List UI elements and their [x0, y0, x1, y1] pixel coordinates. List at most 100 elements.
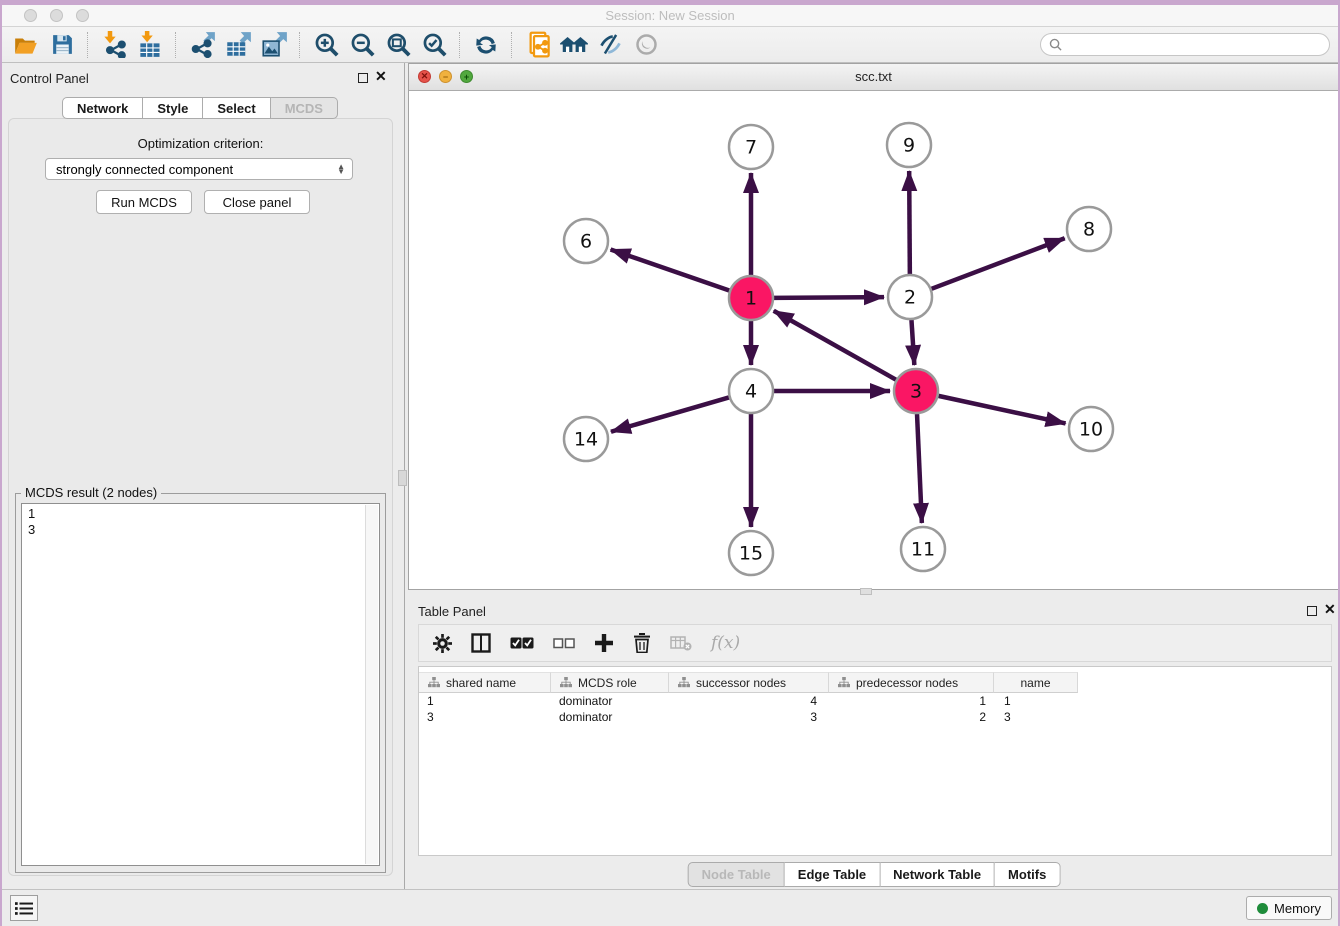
close-table-panel-icon[interactable]: ✕	[1324, 601, 1336, 618]
tab-network-table[interactable]: Network Table	[880, 862, 995, 887]
show-columns-icon[interactable]	[471, 633, 491, 653]
mcds-panel: Optimization criterion: strongly connect…	[8, 118, 393, 876]
table-cell: dominator	[551, 709, 669, 725]
graph-node-8[interactable]: 8	[1067, 207, 1111, 251]
edge-1-6[interactable]	[611, 249, 730, 290]
graph-node-14[interactable]: 14	[564, 417, 608, 461]
criterion-dropdown[interactable]: strongly connected component ▲▼	[45, 158, 353, 180]
toolbar-separator	[87, 32, 89, 58]
network-window-titlebar[interactable]: ✕ − + scc.txt	[409, 64, 1338, 91]
graph-node-1[interactable]: 1	[729, 276, 773, 320]
refresh-icon[interactable]	[468, 29, 504, 61]
graph-node-6[interactable]: 6	[564, 219, 608, 263]
float-panel-icon[interactable]	[358, 73, 368, 83]
edge-4-14[interactable]	[611, 397, 729, 431]
table-cell: 2	[829, 709, 994, 725]
graph-node-15[interactable]: 15	[729, 531, 773, 575]
home-icon[interactable]	[556, 29, 592, 61]
delete-column-icon[interactable]	[633, 633, 651, 653]
column-header-predecessor-nodes[interactable]: predecessor nodes	[829, 672, 994, 693]
table-cell: 3	[669, 709, 829, 725]
clone-network-icon[interactable]	[520, 29, 556, 61]
svg-text:9: 9	[903, 135, 915, 157]
import-table-icon[interactable]	[132, 29, 168, 61]
criterion-value: strongly connected component	[56, 162, 233, 177]
export-image-icon[interactable]	[256, 29, 292, 61]
zoom-selected-icon[interactable]	[416, 29, 452, 61]
edge-3-1[interactable]	[774, 311, 896, 380]
graph-node-7[interactable]: 7	[729, 125, 773, 169]
column-header-name[interactable]: name	[994, 672, 1078, 693]
network-window-title: scc.txt	[409, 69, 1338, 84]
tab-mcds[interactable]: MCDS	[271, 97, 338, 119]
settings-gear-icon[interactable]	[433, 634, 452, 653]
zoom-out-icon[interactable]	[344, 29, 380, 61]
session-title: Session: New Session	[0, 8, 1340, 23]
zoom-fit-icon[interactable]	[380, 29, 416, 61]
table-row[interactable]: 1dominator411	[419, 693, 1331, 709]
network-canvas[interactable]: 7 9 6 8 1 2 4 3 14 10 15 11	[409, 91, 1338, 589]
table-cell: 1	[419, 693, 551, 709]
dropdown-stepper-icon: ▲▼	[337, 164, 345, 174]
close-panel-button[interactable]: Close panel	[204, 190, 310, 214]
save-icon[interactable]	[44, 29, 80, 61]
close-panel-icon[interactable]: ✕	[375, 68, 387, 85]
select-all-icon[interactable]	[510, 636, 534, 650]
edge-2-8[interactable]	[932, 238, 1065, 289]
unselect-all-icon[interactable]	[553, 637, 575, 650]
table-tabs: Node TableEdge TableNetwork TableMotifs	[688, 862, 1061, 887]
search-input[interactable]	[1067, 37, 1329, 53]
import-network-icon[interactable]	[96, 29, 132, 61]
add-column-icon[interactable]	[594, 633, 614, 653]
svg-text:4: 4	[745, 381, 757, 403]
horizontal-splitter-handle[interactable]	[860, 588, 872, 595]
graph-node-4[interactable]: 4	[729, 369, 773, 413]
edge-2-3[interactable]	[911, 320, 914, 365]
edge-1-2[interactable]	[774, 297, 884, 298]
memory-button[interactable]: Memory	[1246, 896, 1332, 920]
graph-node-11[interactable]: 11	[901, 527, 945, 571]
mcds-result-area[interactable]: 1 3	[21, 503, 380, 866]
tab-select[interactable]: Select	[203, 97, 270, 119]
column-header-MCDS-role[interactable]: MCDS role	[551, 672, 669, 693]
graph-node-9[interactable]: 9	[887, 123, 931, 167]
edge-3-11[interactable]	[917, 414, 922, 523]
result-scrollbar[interactable]	[365, 505, 378, 864]
run-mcds-button[interactable]: Run MCDS	[96, 190, 192, 214]
tab-style[interactable]: Style	[143, 97, 203, 119]
tab-network[interactable]: Network	[62, 97, 143, 119]
task-history-button[interactable]	[10, 895, 38, 921]
hierarchy-icon	[838, 677, 850, 688]
function-builder-icon: f(x)	[711, 633, 740, 653]
graph-node-10[interactable]: 10	[1069, 407, 1113, 451]
svg-text:14: 14	[574, 429, 598, 451]
svg-text:15: 15	[739, 543, 763, 565]
table-row[interactable]: 3dominator323	[419, 709, 1331, 725]
float-table-panel-icon[interactable]	[1307, 606, 1317, 616]
search-box[interactable]	[1040, 33, 1330, 56]
memory-label: Memory	[1274, 901, 1321, 916]
tab-motifs[interactable]: Motifs	[995, 862, 1060, 887]
vertical-splitter-handle[interactable]	[398, 470, 407, 486]
column-header-successor-nodes[interactable]: successor nodes	[669, 672, 829, 693]
open-folder-icon[interactable]	[8, 29, 44, 61]
column-header-shared-name[interactable]: shared name	[419, 672, 551, 693]
export-network-icon[interactable]	[184, 29, 220, 61]
zoom-in-icon[interactable]	[308, 29, 344, 61]
edge-3-10[interactable]	[938, 396, 1065, 424]
graph-node-2[interactable]: 2	[888, 275, 932, 319]
tab-edge-table[interactable]: Edge Table	[785, 862, 880, 887]
control-panel: Control Panel ✕ NetworkStyleSelectMCDS O…	[0, 63, 400, 890]
svg-text:2: 2	[904, 287, 916, 309]
toolbar-separator	[511, 32, 513, 58]
tab-node-table[interactable]: Node Table	[688, 862, 785, 887]
svg-text:1: 1	[745, 288, 757, 310]
toolbar-separator	[299, 32, 301, 58]
export-table-icon[interactable]	[220, 29, 256, 61]
graph-node-3[interactable]: 3	[894, 369, 938, 413]
hide-panel-icon[interactable]	[592, 29, 628, 61]
edge-2-9[interactable]	[909, 171, 910, 274]
svg-text:7: 7	[745, 137, 757, 159]
show-eye-icon[interactable]	[628, 29, 664, 61]
status-bar: Memory	[0, 889, 1340, 926]
